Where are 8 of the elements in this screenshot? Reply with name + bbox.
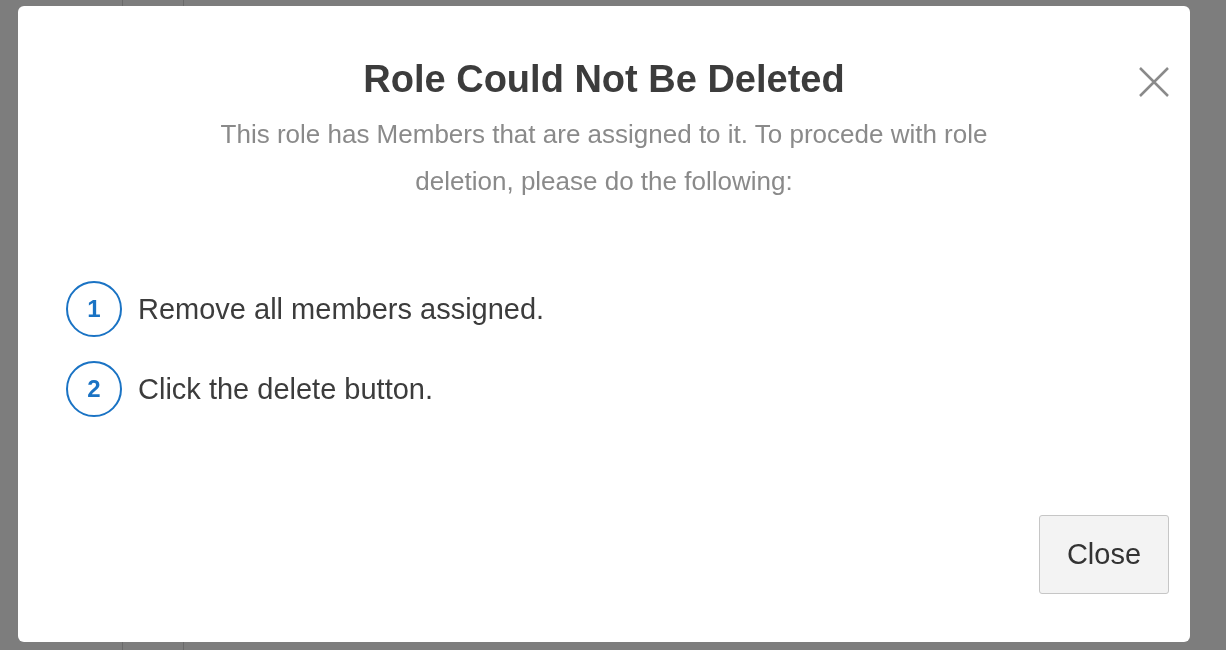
step-number: 2 bbox=[66, 361, 122, 417]
dialog-title: Role Could Not Be Deleted bbox=[363, 58, 845, 101]
step-text: Remove all members assigned. bbox=[138, 292, 545, 326]
close-icon[interactable] bbox=[1138, 66, 1170, 98]
step-number: 1 bbox=[66, 281, 122, 337]
step-text: Click the delete button. bbox=[138, 372, 433, 406]
dialog-message: This role has Members that are assigned to it. To procede with role deletion, please do the following: bbox=[219, 118, 989, 198]
close-button[interactable]: Close bbox=[1039, 515, 1169, 594]
